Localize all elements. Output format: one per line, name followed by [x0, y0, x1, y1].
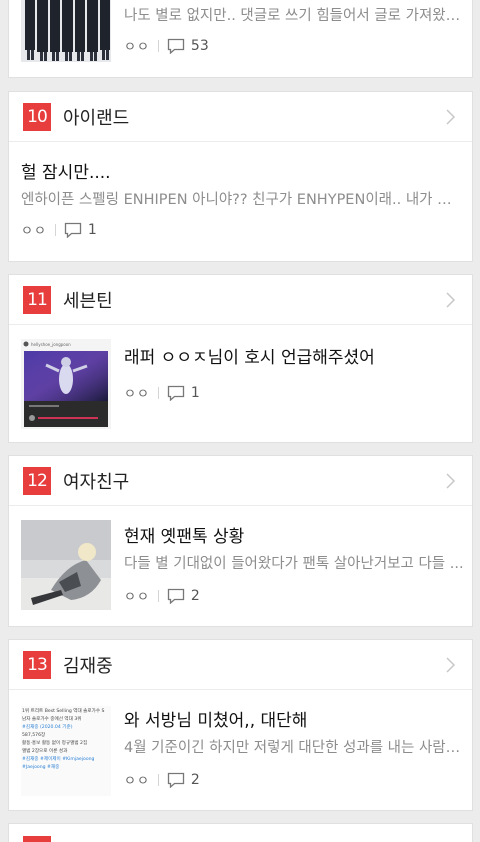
post-meta: ㅇㅇ 2: [124, 770, 200, 790]
ranking-card: 나도 별로 없지만.. 댓글로 쓰기 힘들어서 글로 가져왔어 ... ㅇㅇ 5…: [8, 0, 473, 78]
card-header[interactable]: 12 여자친구: [9, 456, 472, 506]
post-title: 와 서방님 미쳤어,, 대단해: [124, 711, 308, 731]
thumb-line: 앨범 2장으로 이룬 성과: [22, 749, 68, 755]
ranking-card: [8, 823, 473, 842]
ranking-card: 11 세븐틴 hellyshoe_jongpoon 래퍼 ㅇㅇㅈ님이 호시 언급…: [8, 274, 473, 443]
comment-icon: [167, 772, 185, 788]
post-item[interactable]: hellyshoe_jongpoon 래퍼 ㅇㅇㅈ님이 호시 언급해주셨어 ㅇㅇ…: [9, 325, 472, 442]
thumb-line: 남자 솔로가수 중에선 역대 3위: [22, 717, 82, 723]
post-excerpt: 4월 기준이긴 하지만 저렇게 대단한 성과를 내는 사람이 ...: [124, 740, 464, 756]
rank-badge: [23, 836, 51, 842]
ranking-card: 10 아이랜드 헐 잠시만.... 엔하이픈 스펠링 ENHIPEN 아니야??…: [8, 91, 473, 262]
post-item[interactable]: 나도 별로 없지만.. 댓글로 쓰기 힘들어서 글로 가져왔어 ... ㅇㅇ 5…: [9, 0, 472, 77]
post-meta: ㅇㅇ 2: [124, 586, 200, 606]
post-item[interactable]: 현재 옛팬톡 상황 다들 별 기대없이 들어왔다가 팬톡 살아난거보고 다들 .…: [9, 506, 472, 626]
rank-badge: 12: [23, 466, 51, 495]
post-title: 래퍼 ㅇㅇㅈ님이 호시 언급해주셨어: [124, 348, 375, 368]
thumb-line: #Jaejoong #재중: [22, 765, 60, 771]
meta-divider: [157, 589, 159, 602]
meta-divider: [157, 386, 159, 399]
post-excerpt: 다들 별 기대없이 들어왔다가 팬톡 살아난거보고 다들 ...: [124, 556, 464, 572]
rank-badge: 10: [23, 102, 51, 131]
rank-badge: 13: [23, 650, 51, 679]
post-item[interactable]: 1위 트리트 Best Selling 역대 솔로가수 S 남자 솔로가수 중에…: [9, 690, 472, 810]
comment-count: 2: [190, 771, 200, 788]
meta-divider: [54, 223, 56, 236]
post-meta: ㅇㅇ 53: [124, 36, 209, 56]
ranking-card: 12 여자친구 현재 옛팬톡 상황 다들 별 기대없이 들어왔다가 팬톡 살아난…: [8, 455, 473, 627]
comment-count: 1: [87, 221, 97, 238]
post-author: ㅇㅇ: [124, 387, 150, 402]
chevron-right-icon[interactable]: [442, 657, 458, 673]
post-meta: ㅇㅇ 1: [124, 383, 200, 403]
comment-icon: [167, 38, 185, 54]
post-author: ㅇㅇ: [21, 224, 47, 239]
card-header[interactable]: 11 세븐틴: [9, 275, 472, 325]
group-name: 세븐틴: [63, 290, 113, 312]
post-author: ㅇㅇ: [124, 40, 150, 55]
post-excerpt: 엔하이픈 스펠링 ENHIPEN 아니야?? 친구가 ENHYPEN이래.. 내…: [21, 192, 461, 208]
comment-icon: [167, 588, 185, 604]
post-title: 헐 잠시만....: [21, 163, 111, 183]
thumb-line: #김재중 (2020.04 기준): [22, 725, 73, 731]
card-header[interactable]: 13 김재중: [9, 640, 472, 690]
group-name: 김재중: [63, 655, 113, 677]
group-name: 아이랜드: [63, 107, 130, 129]
post-thumbnail: 1위 트리트 Best Selling 역대 솔로가수 S 남자 솔로가수 중에…: [21, 706, 111, 796]
chevron-right-icon[interactable]: [442, 109, 458, 125]
meta-divider: [157, 773, 159, 786]
comment-count: 1: [190, 384, 200, 401]
card-header[interactable]: 10 아이랜드: [9, 92, 472, 142]
rank-badge: 11: [23, 285, 51, 314]
chevron-right-icon[interactable]: [442, 292, 458, 308]
chevron-right-icon[interactable]: [442, 473, 458, 489]
thumb-line: 1위 트리트 Best Selling 역대 솔로가수 S: [22, 709, 105, 714]
post-meta: ㅇㅇ 1: [21, 220, 97, 240]
comment-icon: [64, 222, 82, 238]
thumb-line: 587,576장: [22, 733, 46, 739]
comment-icon: [167, 385, 185, 401]
thumb-line: #김재중 #제이제이 #Kimjaejoong: [22, 757, 95, 763]
meta-divider: [157, 39, 159, 52]
post-author: ㅇㅇ: [124, 774, 150, 789]
group-name: 여자친구: [63, 471, 130, 493]
post-excerpt: 나도 별로 없지만.. 댓글로 쓰기 힘들어서 글로 가져왔어 ...: [124, 8, 464, 24]
post-thumbnail: [21, 0, 111, 62]
thumb-line: 활동·홍보 활동 없이 정규앨범 2집: [22, 741, 88, 747]
post-author: ㅇㅇ: [124, 590, 150, 605]
comment-count: 53: [190, 37, 209, 54]
post-title: 현재 옛팬톡 상황: [124, 527, 245, 547]
card-header[interactable]: [9, 824, 472, 842]
post-thumbnail: hellyshoe_jongpoon: [21, 339, 111, 429]
comment-count: 2: [190, 587, 200, 604]
post-thumbnail: [21, 520, 111, 610]
post-item[interactable]: 헐 잠시만.... 엔하이픈 스펠링 ENHIPEN 아니야?? 친구가 ENH…: [9, 142, 472, 261]
instagram-handle: hellyshoe_jongpoon: [31, 342, 71, 347]
ranking-card: 13 김재중 1위 트리트 Best Selling 역대 솔로가수 S 남자 …: [8, 639, 473, 811]
